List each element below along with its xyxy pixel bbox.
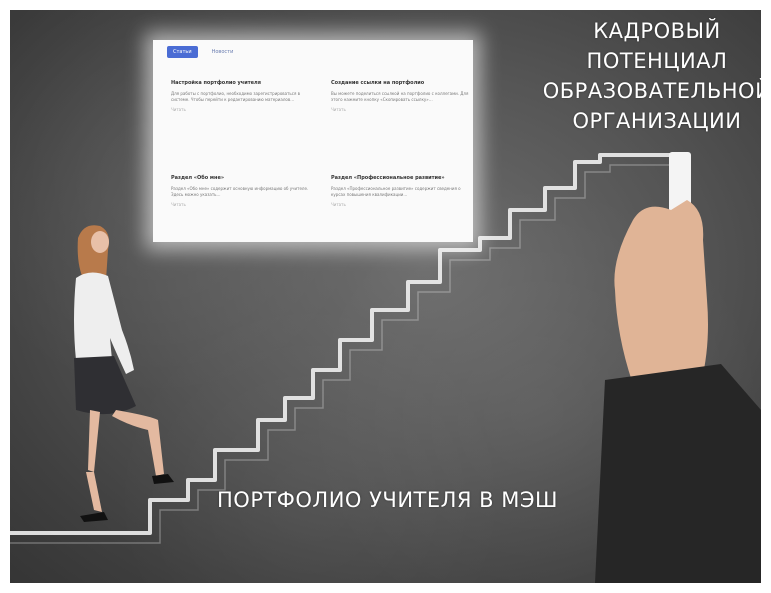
article-card[interactable]: Настройка портфолио учителя Для работы с…	[171, 80, 311, 112]
article-title: Настройка портфолио учителя	[171, 80, 261, 86]
woman-figure	[74, 225, 174, 522]
article-card[interactable]: Раздел «Обо мне» Раздел «Обо мне» содерж…	[171, 175, 311, 207]
headline-line: ОБРАЗОВАТЕЛЬНОЙ	[542, 79, 761, 103]
article-text: Раздел «Профессиональное развитие» содер…	[331, 186, 461, 197]
article-text: Раздел «Обо мне» содержит основную инфор…	[171, 186, 309, 197]
article-read-link[interactable]: Читать	[331, 202, 471, 207]
headline-line: ПОТЕНЦИАЛ	[586, 49, 728, 73]
image-frame: Статьи Новости Настройка портфолио учите…	[0, 0, 771, 593]
headline-line: ОРГАНИЗАЦИИ	[572, 109, 742, 133]
bottom-caption: ПОРТФОЛИО УЧИТЕЛЯ В МЭШ	[217, 488, 558, 512]
article-title: Раздел «Обо мне»	[171, 175, 225, 181]
article-title: Раздел «Профессиональное развитие»	[331, 175, 445, 181]
article-read-link[interactable]: Читать	[331, 107, 471, 112]
screen-tabs: Статьи Новости	[167, 46, 239, 58]
tab-articles[interactable]: Статьи	[167, 46, 198, 58]
article-read-link[interactable]: Читать	[171, 107, 311, 112]
article-text: Вы можете поделиться ссылкой на портфоли…	[331, 91, 469, 102]
article-read-link[interactable]: Читать	[171, 202, 311, 207]
article-title: Создание ссылки на портфолио	[331, 80, 425, 86]
portfolio-screen: Статьи Новости Настройка портфолио учите…	[153, 40, 473, 242]
tab-news[interactable]: Новости	[206, 46, 240, 58]
article-card[interactable]: Раздел «Профессиональное развитие» Разде…	[331, 175, 471, 207]
headline-line: КАДРОВЫЙ	[593, 19, 721, 43]
article-text: Для работы с портфолио, необходимо зарег…	[171, 91, 301, 102]
article-card[interactable]: Создание ссылки на портфолио Вы можете п…	[331, 80, 471, 112]
hand-with-chalk	[595, 152, 761, 583]
headline: КАДРОВЫЙ ПОТЕНЦИАЛ ОБРАЗОВАТЕЛЬНОЙ ОРГАН…	[542, 16, 761, 136]
chalkboard: Статьи Новости Настройка портфолио учите…	[10, 10, 761, 583]
